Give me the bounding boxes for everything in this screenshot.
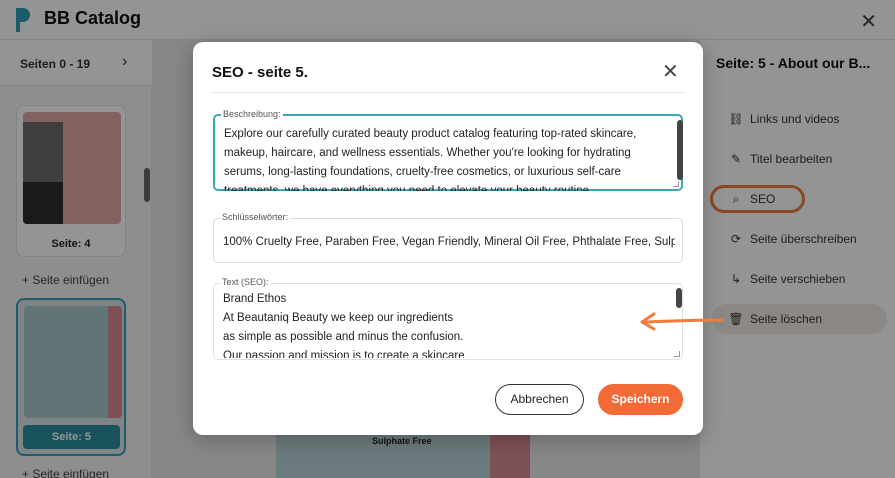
keywords-label: Schlüsselwörter: [220,212,291,222]
seo-text-textarea[interactable]: Brand Ethos At Beautaniq Beauty we keep … [223,290,668,358]
save-button[interactable]: Speichern [598,384,683,415]
description-label: Beschreibung: [221,109,283,119]
seo-text-field[interactable]: Text (SEO): Brand Ethos At Beautaniq Bea… [213,277,683,360]
divider [212,92,684,93]
resize-handle-icon[interactable] [674,351,680,357]
seo-text-label: Text (SEO): [220,277,271,287]
seo-text-scrollbar[interactable] [676,288,682,308]
close-icon[interactable]: ✕ [662,59,679,84]
description-field[interactable]: Beschreibung: Explore our carefully cura… [213,109,683,191]
dialog-title: SEO - seite 5. [212,64,308,81]
annotation-arrow-icon [640,312,724,331]
cancel-button[interactable]: Abbrechen [495,384,584,415]
description-scrollbar[interactable] [677,120,683,180]
keywords-field[interactable]: Schlüsselwörter: 100% Cruelty Free, Para… [213,212,683,263]
keywords-input[interactable]: 100% Cruelty Free, Paraben Free, Vegan F… [223,233,675,252]
seo-dialog: SEO - seite 5. ✕ Beschreibung: Explore o… [193,42,703,435]
description-textarea[interactable]: Explore our carefully curated beauty pro… [224,125,669,191]
resize-handle-icon[interactable] [673,181,679,187]
